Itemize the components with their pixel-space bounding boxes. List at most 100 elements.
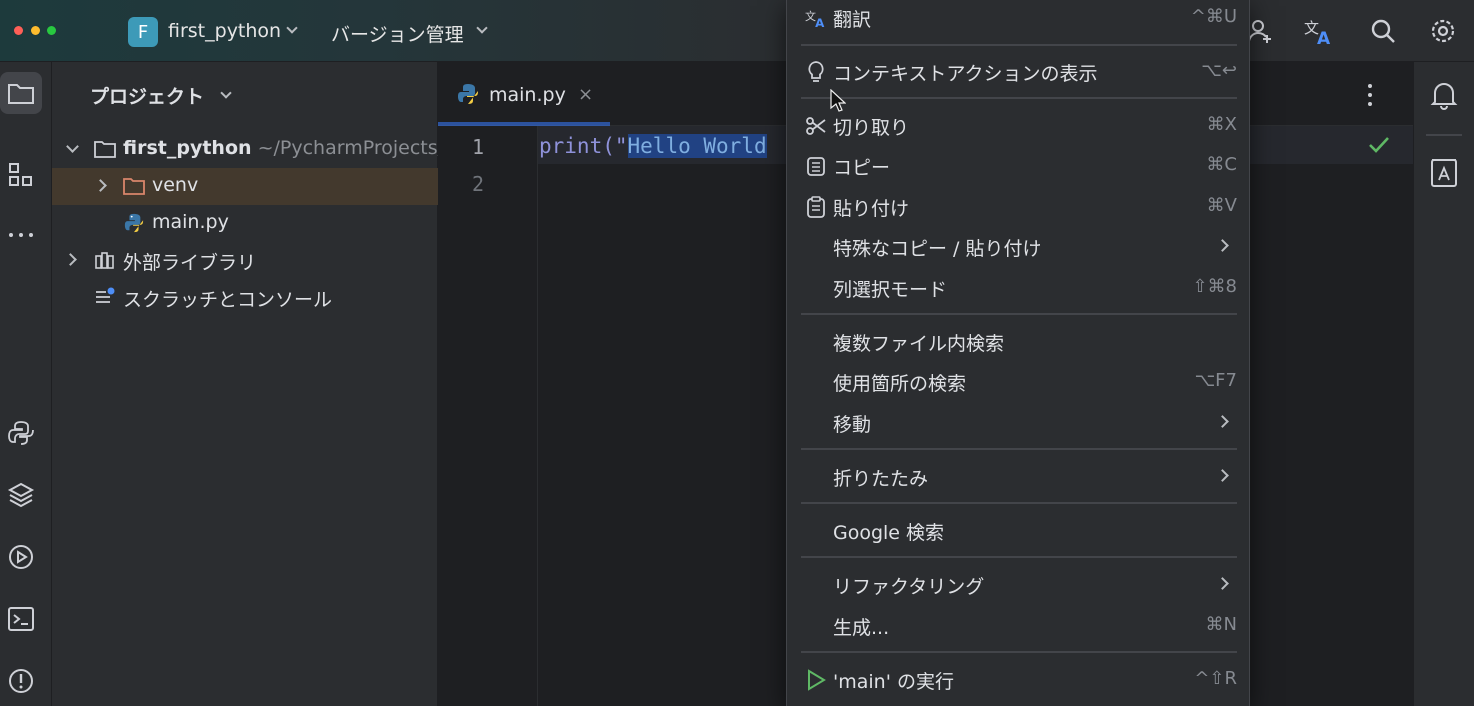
close-window-button[interactable]: [14, 26, 23, 35]
menu-item-label: 使用箇所の検索: [833, 373, 967, 395]
project-folder-icon[interactable]: [0, 72, 42, 114]
project-panel: プロジェクト first_python ~/PycharmProjects/fi…: [52, 62, 438, 706]
menu-item-run-main[interactable]: 'main' の実行 ^⇧R: [787, 660, 1251, 698]
menu-item-find-in-files[interactable]: 複数ファイル内検索: [787, 322, 1251, 360]
check-icon[interactable]: [1368, 136, 1390, 154]
menu-item-shortcut: ⌥F7: [1194, 370, 1237, 391]
problems-icon[interactable]: [0, 660, 42, 702]
tree-item-project-root[interactable]: first_python ~/PycharmProjects/fi: [52, 131, 438, 168]
menu-item-generate[interactable]: 生成... ⌘N: [787, 606, 1251, 644]
svg-text:A: A: [815, 16, 825, 29]
close-tab-button[interactable]: ×: [578, 84, 593, 105]
translate-icon[interactable]: 文A: [1302, 14, 1336, 48]
project-root-label: first_python: [123, 137, 252, 159]
layers-icon[interactable]: [0, 474, 42, 516]
scissors-icon: [805, 115, 827, 137]
menu-item-paste[interactable]: 貼り付け ⌘V: [787, 187, 1251, 225]
menu-item-cut[interactable]: 切り取り ⌘X: [787, 106, 1251, 144]
menu-item-shortcut: ^⌘U: [1190, 6, 1237, 27]
more-icon[interactable]: [0, 214, 42, 256]
menu-item-label: リファクタリング: [833, 576, 985, 598]
folder-icon: [94, 141, 116, 158]
terminal-icon[interactable]: [0, 598, 42, 640]
code-function: print(": [539, 134, 628, 158]
project-root-path: ~/PycharmProjects/fi: [257, 137, 438, 159]
library-icon: [95, 252, 114, 269]
maximize-window-button[interactable]: [47, 26, 56, 35]
venv-label: venv: [152, 174, 199, 196]
copy-icon: [805, 155, 827, 177]
title-bar: F first_python バージョン管理 文A: [0, 0, 1474, 62]
menu-item-copy[interactable]: コピー ⌘C: [787, 146, 1251, 184]
gear-icon[interactable]: [1426, 14, 1460, 48]
menu-item-find-usages[interactable]: 使用箇所の検索 ⌥F7: [787, 362, 1251, 400]
line-number: 1: [472, 135, 485, 159]
menu-item-folding[interactable]: 折りたたみ: [787, 457, 1251, 495]
main-py-label: main.py: [152, 211, 229, 233]
project-name-dropdown[interactable]: first_python: [168, 20, 281, 42]
chevron-right-icon: [1216, 469, 1229, 482]
menu-item-show-context-actions[interactable]: コンテキストアクションの表示 ⌥↩: [787, 52, 1251, 90]
menu-item-shortcut: ⌘C: [1206, 154, 1237, 175]
python-console-icon[interactable]: [0, 412, 42, 454]
tree-item-external-libraries[interactable]: 外部ライブラリ: [52, 242, 438, 279]
menu-item-shortcut: ⌘X: [1206, 114, 1237, 135]
svg-text:A: A: [1317, 29, 1331, 46]
menu-separator: [801, 556, 1237, 558]
menu-item-copy-paste-special[interactable]: 特殊なコピー / 貼り付け: [787, 227, 1251, 265]
chevron-right-icon[interactable]: [64, 253, 77, 266]
scratch-icon: [96, 287, 115, 303]
menu-item-label: 切り取り: [833, 117, 910, 139]
menu-item-label: コンテキストアクションの表示: [833, 63, 1098, 85]
chevron-down-icon[interactable]: [286, 22, 298, 34]
menu-item-go-to[interactable]: 移動: [787, 403, 1251, 441]
line-number-gutter: 1 2: [438, 126, 538, 706]
menu-item-google-search[interactable]: Google 検索: [787, 511, 1251, 549]
menu-item-label: コピー: [833, 157, 891, 179]
run-icon[interactable]: [0, 536, 42, 578]
menu-item-label: Google 検索: [833, 522, 945, 544]
panel-title[interactable]: プロジェクト: [90, 82, 204, 109]
ai-assistant-icon[interactable]: [1430, 156, 1458, 188]
tree-item-venv[interactable]: venv: [52, 168, 438, 205]
search-icon[interactable]: [1366, 14, 1400, 48]
translate-icon: 文A: [805, 7, 827, 29]
menu-separator: [801, 44, 1237, 46]
tree-item-main-py[interactable]: main.py: [52, 205, 438, 242]
project-badge[interactable]: F: [128, 17, 158, 47]
mouse-cursor-icon: [830, 89, 846, 112]
menu-item-label: 翻訳: [833, 9, 872, 31]
tree-item-scratches[interactable]: スクラッチとコンソール: [52, 279, 438, 316]
code-line[interactable]: print("Hello World: [539, 134, 767, 158]
tab-main-py[interactable]: main.py ×: [438, 62, 610, 126]
tab-label: main.py: [489, 84, 566, 106]
selected-text[interactable]: Hello World: [627, 134, 767, 158]
external-libraries-label: 外部ライブラリ: [123, 252, 257, 274]
run-icon: [805, 669, 827, 691]
left-tool-strip: [0, 62, 52, 706]
menu-item-shortcut: ^⇧R: [1194, 668, 1237, 689]
scratches-label: スクラッチとコンソール: [123, 289, 333, 311]
bell-icon[interactable]: [1430, 80, 1458, 110]
kebab-menu-icon[interactable]: [1366, 82, 1374, 108]
minimize-window-button[interactable]: [31, 26, 40, 35]
vcs-dropdown[interactable]: バージョン管理: [331, 20, 464, 47]
python-file-icon: [458, 84, 478, 104]
python-file-icon: [124, 213, 144, 233]
menu-item-translate[interactable]: 文A 翻訳 ^⌘U: [787, 0, 1251, 36]
menu-separator: [801, 651, 1237, 653]
chevron-down-icon[interactable]: [66, 140, 79, 153]
menu-item-refactor[interactable]: リファクタリング: [787, 565, 1251, 603]
chevron-right-icon: [1216, 415, 1229, 428]
menu-separator: [801, 313, 1237, 315]
chevron-down-icon[interactable]: [476, 22, 488, 34]
menu-item-label: 'main' の実行: [833, 671, 954, 693]
menu-item-label: 列選択モード: [833, 279, 948, 301]
menu-item-shortcut: ⌘N: [1205, 614, 1237, 635]
menu-separator: [801, 97, 1237, 99]
chevron-down-icon[interactable]: [220, 87, 232, 99]
chevron-right-icon[interactable]: [94, 179, 107, 192]
folder-icon: [123, 178, 145, 195]
structure-icon[interactable]: [0, 154, 42, 196]
menu-item-column-selection-mode[interactable]: 列選択モード ⇧⌘8: [787, 268, 1251, 306]
